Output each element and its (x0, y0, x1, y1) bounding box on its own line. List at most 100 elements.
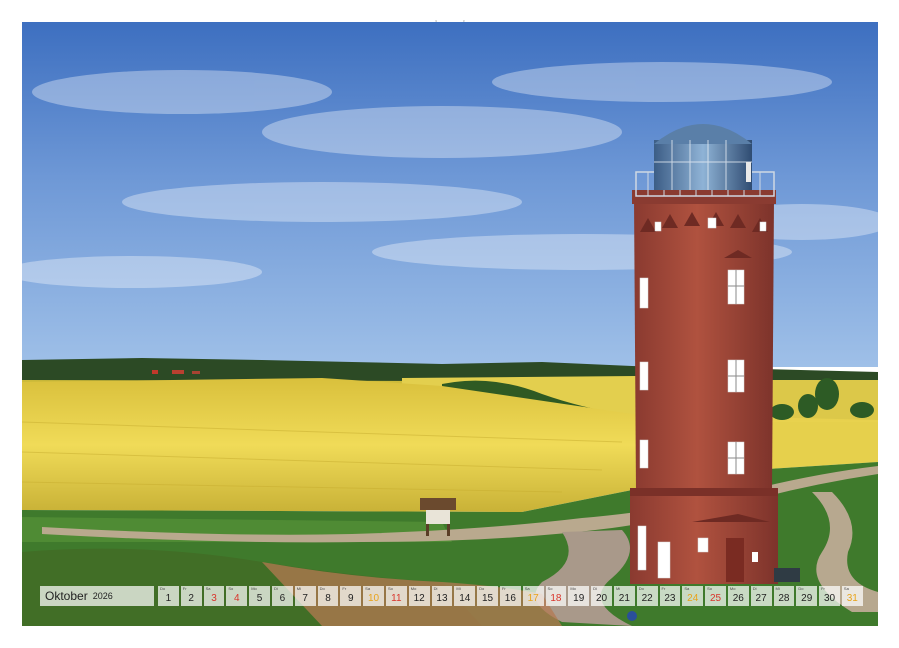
day-cell: Mi 14 (454, 586, 476, 606)
day-cell: Di 20 (591, 586, 612, 606)
day-cell: Di 13 (431, 586, 453, 606)
day-cell: So 4 (226, 586, 248, 606)
weekday-label: Di (752, 586, 757, 591)
day-number: 7 (302, 593, 308, 604)
weekday-label: Mo (410, 586, 417, 591)
weekday-label: Sa (684, 586, 690, 591)
day-cell: Do 1 (158, 586, 179, 606)
day-cell: Di 27 (750, 586, 772, 606)
weekday-label: Mi (296, 586, 302, 591)
weekday-label: Di (593, 586, 597, 591)
day-cell: Di 6 (271, 586, 293, 606)
day-cell: Fr 23 (659, 586, 681, 606)
day-cell: Sa 31 (841, 586, 863, 606)
day-cell: Fr 2 (180, 586, 202, 606)
weekday-label: Fr (342, 586, 347, 591)
day-cell: Fr 16 (499, 586, 521, 606)
day-number: 29 (801, 593, 813, 604)
day-cell: Mi 21 (613, 586, 635, 606)
day-number: 16 (504, 593, 516, 604)
day-cell: Sa 10 (363, 586, 384, 606)
day-cell: Do 8 (317, 586, 339, 606)
day-number: 8 (325, 593, 331, 604)
day-number: 13 (436, 593, 448, 604)
day-cell: Do 29 (796, 586, 818, 606)
day-cell: Do 15 (477, 586, 498, 606)
day-cell: Sa 3 (203, 586, 225, 606)
day-cell: Mo 26 (727, 586, 749, 606)
day-cell: So 11 (385, 586, 407, 606)
weekday-label: Fr (821, 586, 825, 591)
day-number: 31 (846, 593, 858, 604)
day-cell: Mi 28 (773, 586, 795, 606)
weekday-label: So (387, 586, 393, 591)
day-number: 22 (641, 593, 653, 604)
weekday-label: So (228, 586, 234, 591)
weekday-label: Fr (182, 586, 187, 591)
weekday-label: Do (319, 586, 325, 591)
day-number: 18 (550, 593, 562, 604)
day-number: 2 (188, 593, 194, 604)
weekday-label: Mo (729, 586, 736, 591)
weekday-label: Do (479, 586, 485, 591)
day-number: 20 (595, 593, 608, 604)
year-label: 2026 (92, 591, 113, 601)
lighthouse-tower (630, 124, 778, 584)
day-cell: Sa 24 (682, 586, 704, 606)
weekday-label: Sa (843, 586, 849, 591)
day-cell: Mo 12 (408, 586, 430, 606)
day-number: 28 (778, 593, 790, 604)
weekday-label: Mi (775, 586, 780, 591)
weekday-label: Sa (365, 586, 371, 591)
weekday-label: Do (638, 586, 644, 591)
weekday-label: Mi (456, 586, 461, 591)
day-number: 30 (823, 593, 836, 604)
day-number: 17 (527, 593, 539, 604)
weekday-label: Sa (524, 586, 530, 591)
photo-scene (22, 22, 878, 626)
day-number: 15 (481, 593, 494, 604)
day-number: 5 (256, 593, 263, 604)
weekday-label: Fr (661, 586, 666, 591)
days-row: Do 1 Fr 2 Sa 3 So 4 Mo 5 Di 6 Mi 7 Do 8 Fr 9 Sa 10 So 11 Mo 12 D… (158, 586, 863, 606)
day-cell: Mi 7 (294, 586, 316, 606)
day-number: 19 (573, 593, 585, 604)
day-number: 10 (368, 593, 380, 604)
day-number: 6 (279, 593, 286, 604)
weekday-label: Do (160, 586, 166, 591)
day-cell: Fr 9 (340, 586, 362, 606)
day-cell: Fr 30 (819, 586, 840, 606)
weekday-label: Mi (615, 586, 621, 591)
calendar-photo (22, 22, 878, 626)
weekday-label: Do (798, 586, 804, 591)
day-number: 4 (234, 593, 240, 604)
weekday-label: So (707, 586, 713, 591)
month-name: Oktober (45, 589, 88, 603)
day-number: 9 (347, 593, 354, 604)
weekday-label: So (547, 586, 553, 591)
day-number: 21 (618, 593, 630, 604)
day-cell: So 18 (545, 586, 567, 606)
day-cell: Mo 19 (568, 586, 590, 606)
weekday-label: Di (433, 586, 438, 591)
day-number: 1 (165, 593, 172, 604)
day-cell: Mo 5 (249, 586, 270, 606)
day-cell: Sa 17 (522, 586, 544, 606)
month-label: Oktober 2026 (40, 586, 154, 606)
calendar-strip: Oktober 2026 Do 1 Fr 2 Sa 3 So 4 Mo 5 Di 6 Mi 7 Do 8 Fr 9… (40, 586, 863, 606)
day-number: 26 (732, 593, 744, 604)
day-cell: Do 22 (636, 586, 658, 606)
day-number: 12 (413, 593, 425, 604)
day-number: 24 (687, 593, 699, 604)
day-number: 23 (664, 593, 676, 604)
day-number: 11 (391, 593, 402, 604)
day-number: 25 (709, 593, 722, 604)
day-cell: So 25 (705, 586, 726, 606)
weekday-label: Di (273, 586, 278, 591)
day-number: 3 (211, 593, 217, 604)
day-number: 27 (755, 593, 767, 604)
weekday-label: Mo (251, 586, 257, 591)
weekday-label: Fr (501, 586, 506, 591)
weekday-label: Mo (570, 586, 576, 591)
day-number: 14 (459, 593, 471, 604)
